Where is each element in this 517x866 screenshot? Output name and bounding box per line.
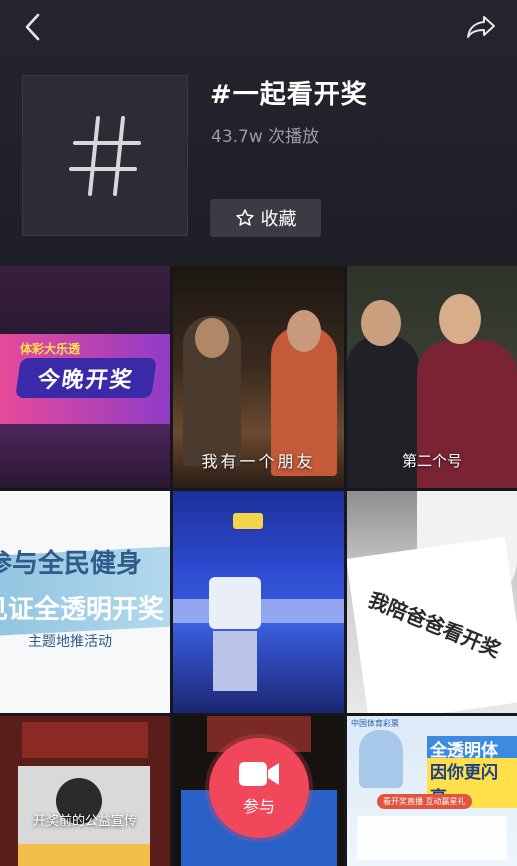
video-thumbnail[interactable]: 第二个号 [347,266,517,488]
video-thumbnail[interactable]: 体彩大乐透 今晚开奖 [0,266,170,488]
video-caption: 第二个号 [401,452,462,470]
video-caption: 我有一个朋友 [201,452,316,471]
video-thumbnail[interactable] [173,491,344,713]
join-button[interactable]: 参与 [209,738,309,838]
video-thumbnail[interactable]: 中国体育彩票 全透明体彩 因你更闪亮 看开奖直播 互动赢星礼 [347,716,517,866]
video-thumbnail[interactable]: 我有一个朋友 [173,266,344,488]
video-thumbnail[interactable]: 参与全民健身 见证全透明开奖 主题地推活动 [0,491,170,713]
video-camera-icon [239,762,279,786]
join-label: 参与 [242,797,275,816]
favorite-button[interactable]: 收藏 [210,199,321,237]
play-count: 43.7w 次播放 [211,127,320,147]
video-caption: 开奖前的公益宣传 [32,814,137,829]
video-subheadline: 主题地推活动 [28,634,112,650]
video-headline: 见证全透明开奖 [0,595,165,625]
video-headline: 参与全民健身 [0,549,143,579]
share-arrow-icon [467,16,495,38]
topic-title: #一起看开奖 [210,80,368,110]
video-subbutton: 看开奖直播 互动赢星礼 [377,794,472,809]
star-outline-icon [235,209,254,226]
lottery-header: 中国体育彩票 [351,719,399,728]
favorite-label: 收藏 [260,209,297,230]
chevron-left-icon [25,13,40,41]
back-button[interactable] [16,10,50,44]
topic-cover [22,75,188,236]
share-button[interactable] [463,10,499,44]
banner-text: 今晚开奖 [35,368,136,393]
topic-header: #一起看开奖 43.7w 次播放 收藏 [0,0,517,266]
video-thumbnail[interactable]: 我陪爸爸看开奖 [347,491,517,713]
lottery-logo: 体彩大乐透 [20,342,81,356]
hashtag-icon [69,115,141,196]
video-thumbnail[interactable]: 开奖前的公益宣传 [0,716,170,866]
